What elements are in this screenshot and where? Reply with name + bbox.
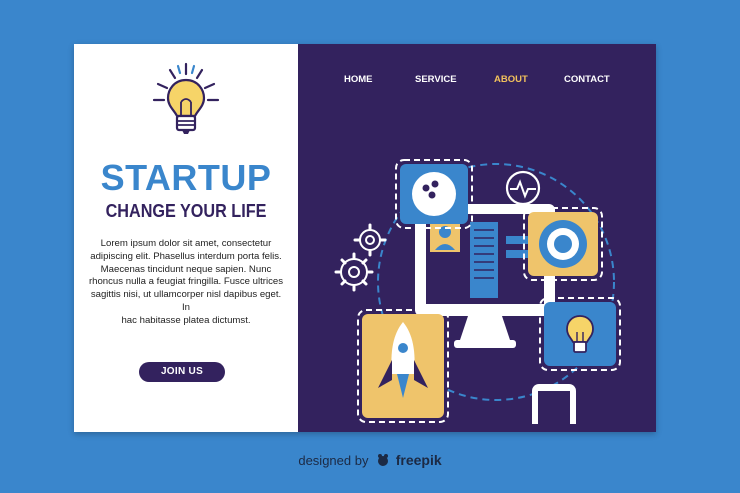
hero-illustration bbox=[334, 159, 621, 424]
smartphone-icon bbox=[532, 384, 576, 424]
body-line: adipiscing elit. Phasellus interdum port… bbox=[90, 250, 282, 262]
hero-body: Lorem ipsum dolor sit amet, consectetur … bbox=[86, 238, 286, 328]
hero-subtitle: CHANGE YOUR LIFE bbox=[105, 201, 267, 221]
left-panel: STARTUP CHANGE YOUR LIFE Lorem ipsum dol… bbox=[74, 44, 298, 432]
nav-item-home[interactable]: HOME bbox=[344, 74, 373, 85]
target-icon bbox=[523, 207, 603, 281]
landing-card: STARTUP CHANGE YOUR LIFE Lorem ipsum dol… bbox=[74, 44, 656, 432]
heartbeat-icon bbox=[505, 170, 541, 206]
right-panel: HOME SERVICE ABOUT CONTACT bbox=[298, 44, 656, 432]
nav-item-about[interactable]: ABOUT bbox=[494, 74, 528, 85]
lightbulb-small-icon bbox=[539, 297, 621, 371]
nav-item-service[interactable]: SERVICE bbox=[415, 74, 457, 85]
footer-brand[interactable]: freepik bbox=[396, 452, 442, 468]
nav-bar: HOME SERVICE ABOUT CONTACT bbox=[298, 74, 656, 88]
bowling-ball-icon bbox=[395, 159, 473, 229]
freepik-logo-icon bbox=[376, 453, 390, 470]
join-us-button[interactable]: JOIN US bbox=[139, 362, 225, 382]
body-line: hac habitasse platea dictumst. bbox=[121, 314, 251, 326]
body-line: Maecenas tincidunt neque sapien. Nunc bbox=[100, 263, 272, 275]
body-line: Lorem ipsum dolor sit amet, consectetur bbox=[100, 238, 272, 249]
footer-prefix: designed by bbox=[298, 453, 369, 468]
rocket-icon bbox=[357, 309, 449, 423]
hero-title: STARTUP bbox=[100, 157, 272, 198]
footer-credit: designed by freepik bbox=[0, 452, 740, 470]
nav-item-contact[interactable]: CONTACT bbox=[564, 74, 610, 85]
body-line: rhoncus nulla a feugiat fringilla. Fusce… bbox=[88, 276, 284, 288]
lightbulb-icon bbox=[148, 60, 224, 140]
body-line: sagittis nisi, ut ullamcorper nisl dapib… bbox=[90, 289, 282, 313]
